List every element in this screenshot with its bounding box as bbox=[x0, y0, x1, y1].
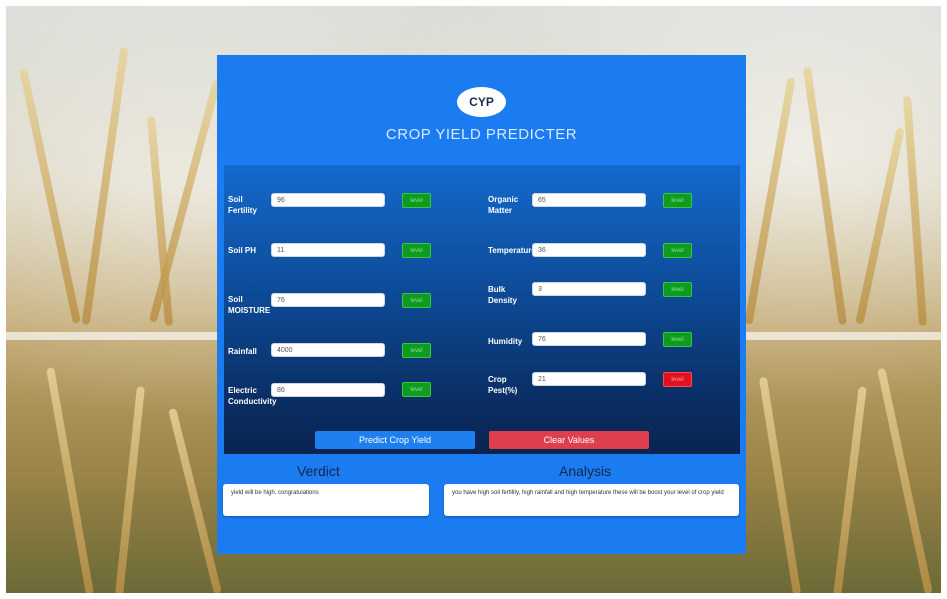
soil-moisture-level-badge: level bbox=[402, 293, 431, 308]
soil-fertility-input[interactable]: 96 bbox=[271, 193, 385, 207]
verdict-heading: Verdict bbox=[297, 463, 340, 479]
electric-conductivity-input[interactable]: 86 bbox=[271, 383, 385, 397]
analysis-output: you have high soil fertility, high rainf… bbox=[444, 484, 739, 516]
app-logo: CYP bbox=[457, 87, 506, 117]
input-form: Soil Fertility 96 level Soil PH 11 level… bbox=[224, 165, 740, 454]
organic-matter-label: Organic Matter bbox=[488, 195, 519, 215]
humidity-input[interactable]: 76 bbox=[532, 332, 646, 346]
bulk-density-level-badge: level bbox=[663, 282, 692, 297]
clear-values-button[interactable]: Clear Values bbox=[489, 431, 649, 449]
soil-moisture-input[interactable]: 76 bbox=[271, 293, 385, 307]
soil-ph-input[interactable]: 11 bbox=[271, 243, 385, 257]
humidity-label: Humidity bbox=[488, 337, 523, 346]
verdict-output: yield will be high. congratulations bbox=[223, 484, 429, 516]
temperature-input[interactable]: 36 bbox=[532, 243, 646, 257]
soil-fertility-level-badge: level bbox=[402, 193, 431, 208]
bulk-density-label: Bulk Density bbox=[488, 285, 517, 305]
rainfall-label: Rainfall bbox=[228, 347, 257, 356]
analysis-heading: Analysis bbox=[559, 463, 612, 479]
crop-pest-level-badge: level bbox=[663, 372, 692, 387]
crop-pest-input[interactable]: 21 bbox=[532, 372, 646, 386]
organic-matter-level-badge: level bbox=[663, 193, 692, 208]
predict-crop-yield-button[interactable]: Predict Crop Yield bbox=[315, 431, 475, 449]
rainfall-input[interactable]: 4000 bbox=[271, 343, 385, 357]
temperature-level-badge: level bbox=[663, 243, 692, 258]
crop-pest-label: Crop Pest(%) bbox=[488, 375, 518, 395]
temperature-label: Temperature bbox=[488, 246, 532, 255]
crop-yield-panel: CYP CROP YIELD PREDICTER Soil Fertility … bbox=[217, 55, 746, 554]
soil-ph-level-badge: level bbox=[402, 243, 431, 258]
soil-fertility-label: Soil Fertility bbox=[228, 195, 257, 215]
soil-ph-label: Soil PH bbox=[228, 246, 257, 255]
electric-conductivity-level-badge: level bbox=[402, 382, 431, 397]
humidity-level-badge: level bbox=[663, 332, 692, 347]
rainfall-level-badge: level bbox=[402, 343, 431, 358]
page-title: CROP YIELD PREDICTER bbox=[385, 126, 578, 143]
organic-matter-input[interactable]: 65 bbox=[532, 193, 646, 207]
bulk-density-input[interactable]: 3 bbox=[532, 282, 646, 296]
